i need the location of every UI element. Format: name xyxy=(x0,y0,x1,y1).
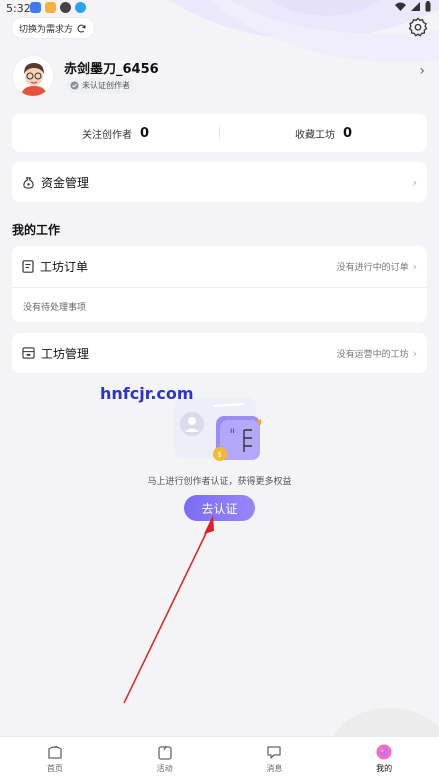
profile-icon: ᴵᴵ xyxy=(376,744,392,759)
status-app-icons xyxy=(30,2,86,13)
chevron-right-icon: › xyxy=(412,175,417,189)
activity-icon xyxy=(157,745,172,760)
chevron-right-icon: › xyxy=(419,63,425,79)
settings-gear-icon[interactable] xyxy=(407,16,429,38)
refresh-icon xyxy=(77,24,86,33)
stat-value: 0 xyxy=(342,125,353,141)
workshop-management-row[interactable]: 工坊管理 没有运营中的工坊 › xyxy=(12,333,427,373)
store-icon xyxy=(22,347,35,359)
stat-favorite-workshops[interactable]: 收藏工坊 0 xyxy=(220,126,427,141)
signal-icon xyxy=(411,2,420,11)
promo-text: 马上进行创作者认证，获得更多权益 xyxy=(147,477,292,487)
orders-empty-text: 没有待处理事项 xyxy=(23,303,87,313)
username: 赤剑墨刀_6456 xyxy=(64,62,159,77)
verified-check-icon xyxy=(70,81,79,90)
go-certify-button[interactable]: 去认证 xyxy=(184,495,255,521)
bottom-tab-bar: 首页 活动 消息 ᴵᴵ 我的 xyxy=(0,736,439,780)
svg-text:$: $ xyxy=(217,450,222,459)
wifi-icon xyxy=(395,2,406,11)
app-notification-icon xyxy=(30,2,41,13)
workshop-management-label: 工坊管理 xyxy=(41,346,90,361)
app-notification-icon xyxy=(60,2,71,13)
stat-value: 0 xyxy=(139,125,150,141)
workshop-management-status: 没有运营中的工坊 xyxy=(336,349,409,360)
chevron-right-icon: › xyxy=(412,260,417,273)
tab-label: 活动 xyxy=(156,763,173,773)
workshop-orders-label: 工坊订单 xyxy=(40,260,89,274)
tab-label: 我的 xyxy=(376,763,393,773)
workshop-orders-card: 工坊订单 没有进行中的订单 › 没有待处理事项 xyxy=(12,246,427,322)
orders-document-icon xyxy=(22,260,34,273)
certification-illustration: ᴵᴵ $ xyxy=(174,398,261,461)
app-notification-icon xyxy=(75,2,86,13)
cert-status-badge: 未认证创作者 xyxy=(66,78,136,93)
home-icon xyxy=(48,745,62,759)
chevron-right-icon: › xyxy=(412,346,417,360)
stat-label: 关注创作者 xyxy=(81,129,132,141)
stat-label: 收藏工坊 xyxy=(294,129,335,141)
funds-management-label: 资金管理 xyxy=(41,175,90,190)
tab-messages[interactable]: 消息 xyxy=(220,737,330,780)
funds-management-row[interactable]: 资金管理 › xyxy=(12,162,427,202)
money-bag-icon xyxy=(23,176,34,189)
status-bar: 5:32 xyxy=(0,0,439,16)
avatar-illustration xyxy=(13,56,53,96)
cert-status-label: 未认证创作者 xyxy=(82,81,130,90)
stat-following-creators[interactable]: 关注创作者 0 xyxy=(12,126,219,141)
switch-role-button[interactable]: 切换为需求方 xyxy=(12,18,94,38)
svg-text:ᴵᴵ: ᴵᴵ xyxy=(230,426,234,440)
message-icon xyxy=(267,745,282,759)
tab-label: 首页 xyxy=(46,763,63,773)
status-indicators xyxy=(395,1,431,12)
my-work-section-title: 我的工作 xyxy=(12,223,61,237)
tab-label: 消息 xyxy=(266,763,283,773)
avatar[interactable] xyxy=(12,55,54,97)
tab-activity[interactable]: 活动 xyxy=(110,737,220,780)
app-notification-icon xyxy=(45,2,56,13)
battery-icon xyxy=(425,1,431,12)
workshop-orders-row[interactable]: 工坊订单 没有进行中的订单 › xyxy=(12,246,427,288)
status-time: 5:32 xyxy=(6,2,31,15)
profile-header[interactable]: 赤剑墨刀_6456 未认证创作者 › xyxy=(12,55,431,97)
switch-role-label: 切换为需求方 xyxy=(19,24,74,35)
tab-mine[interactable]: ᴵᴵ 我的 xyxy=(329,737,439,780)
svg-text:ᴵᴵ: ᴵᴵ xyxy=(381,749,383,756)
workshop-orders-status: 没有进行中的订单 xyxy=(336,263,409,273)
stats-card: 关注创作者 0 收藏工坊 0 xyxy=(12,114,427,152)
watermark-text: hnfcjr.com xyxy=(100,384,194,403)
tab-home[interactable]: 首页 xyxy=(0,737,110,780)
